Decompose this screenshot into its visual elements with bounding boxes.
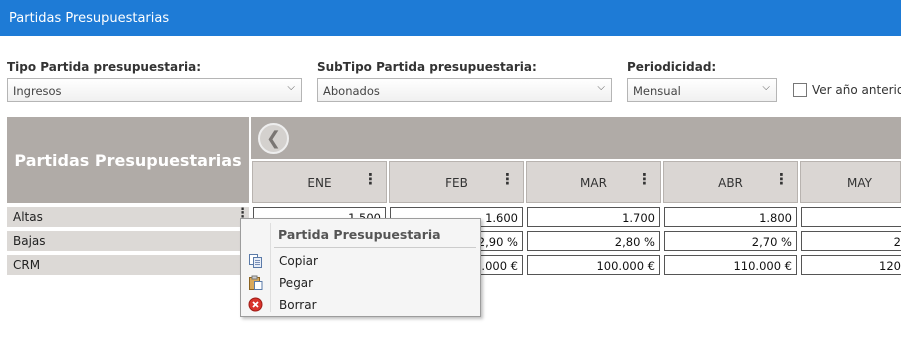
chevron-down-icon: ⌵: [597, 82, 605, 93]
subtipo-label: SubTipo Partida presupuestaria:: [317, 60, 537, 74]
tipo-label: Tipo Partida presupuestaria:: [7, 60, 202, 74]
previous-months-button[interactable]: ❮: [258, 123, 289, 154]
ver-ano-anterior-label[interactable]: Ver año anterior: [812, 83, 901, 97]
periodicidad-label: Periodicidad:: [627, 60, 717, 74]
cell-bajas-abr[interactable]: 2,70 %: [664, 231, 797, 251]
cell-crm-mar[interactable]: 100.000 €: [527, 255, 660, 275]
context-menu: Partida Presupuestaria Copiar Pegar Borr…: [240, 218, 481, 317]
tipo-select-value: Ingresos: [13, 84, 62, 98]
paste-icon: [249, 275, 263, 290]
menu-item-label: Copiar: [279, 254, 318, 268]
grid-corner-title: Partidas Presupuestarias: [7, 117, 249, 203]
cell-altas-may[interactable]: [801, 207, 901, 227]
more-vertical-icon[interactable]: ⋮: [774, 172, 789, 187]
cell-crm-may[interactable]: 120: [801, 255, 901, 275]
row-label-bajas[interactable]: Bajas: [7, 231, 249, 251]
month-nav-band: [251, 117, 901, 159]
window-title: Partidas Presupuestarias: [0, 0, 901, 36]
chevron-down-icon: ⌵: [287, 82, 295, 93]
delete-icon: [248, 297, 263, 312]
more-vertical-icon[interactable]: ⋮: [637, 172, 652, 187]
month-header-abr[interactable]: ABR ⋮: [663, 161, 798, 203]
subtipo-select-value: Abonados: [323, 84, 380, 98]
cell-bajas-may[interactable]: 2: [801, 231, 901, 251]
month-header-ene[interactable]: ENE ⋮: [252, 161, 387, 203]
menu-item-pegar[interactable]: Pegar: [242, 272, 479, 294]
menu-item-copiar[interactable]: Copiar: [242, 250, 479, 272]
periodicidad-select-value: Mensual: [633, 84, 681, 98]
row-label-altas[interactable]: Altas: [7, 207, 249, 227]
month-header-mar[interactable]: MAR ⋮: [526, 161, 661, 203]
cell-bajas-mar[interactable]: 2,80 %: [527, 231, 660, 251]
menu-item-label: Borrar: [279, 298, 317, 312]
copy-icon: [249, 254, 262, 268]
periodicidad-select[interactable]: Mensual ⌵: [627, 78, 777, 102]
month-header-feb[interactable]: FEB ⋮: [389, 161, 524, 203]
cell-crm-abr[interactable]: 110.000 €: [664, 255, 797, 275]
row-label-crm[interactable]: CRM: [7, 255, 249, 275]
ver-ano-anterior-checkbox[interactable]: [793, 83, 807, 97]
month-header-may[interactable]: MAY: [800, 161, 901, 203]
subtipo-select[interactable]: Abonados ⌵: [317, 78, 612, 102]
menu-item-borrar[interactable]: Borrar: [242, 294, 479, 316]
tipo-select[interactable]: Ingresos ⌵: [7, 78, 302, 102]
menu-separator: [274, 247, 476, 248]
more-vertical-icon[interactable]: ⋮: [500, 172, 515, 187]
cell-altas-mar[interactable]: 1.700: [527, 207, 660, 227]
chevron-down-icon: ⌵: [762, 82, 770, 93]
more-vertical-icon[interactable]: ⋮: [363, 172, 378, 187]
context-menu-title: Partida Presupuestaria: [278, 227, 441, 242]
menu-item-label: Pegar: [279, 276, 314, 290]
cell-altas-abr[interactable]: 1.800: [664, 207, 797, 227]
month-label: MAY: [847, 176, 872, 190]
chevron-left-icon: ❮: [265, 128, 282, 149]
